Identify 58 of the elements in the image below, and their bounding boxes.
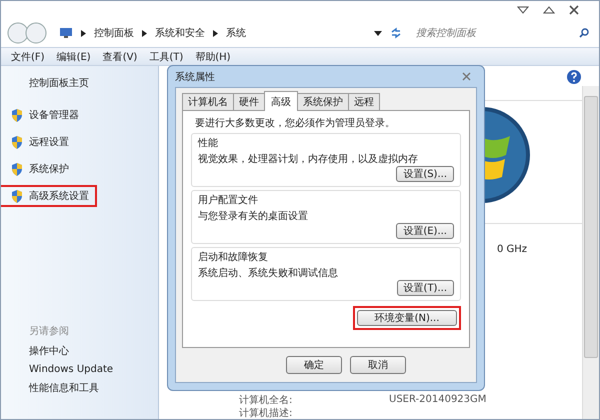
sidebar-link[interactable]: 性能信息和工具	[29, 381, 99, 395]
shield-icon	[11, 136, 23, 148]
close-icon[interactable]	[569, 5, 579, 15]
section-heading: 另请参阅	[29, 324, 70, 338]
menu-item[interactable]: 文件(F)	[11, 50, 45, 64]
breadcrumb-item[interactable]: 系统和安全	[155, 26, 205, 40]
tab[interactable]: 硬件	[233, 93, 265, 110]
tab[interactable]: 远程	[348, 93, 380, 110]
breadcrumb-item[interactable]: 控制面板	[94, 26, 134, 40]
sidebar-item[interactable]: 远程设置	[1, 131, 77, 153]
group-description: 系统启动、系统失败和调试信息	[198, 266, 339, 280]
maximize-icon[interactable]	[543, 6, 555, 14]
settings-button[interactable]: 设置(E)...	[396, 223, 454, 239]
dropdown-icon[interactable]	[374, 30, 382, 36]
processor-speed-text: 0 GHz	[496, 244, 527, 255]
sidebar-item[interactable]: 系统保护	[1, 158, 77, 180]
shield-icon	[11, 108, 23, 122]
dialog-button[interactable]: 确定	[286, 356, 342, 374]
settings-button[interactable]: 设置(S)...	[396, 166, 454, 182]
search-icon[interactable]	[579, 28, 589, 38]
sidebar-link[interactable]: 控制面板主页	[29, 76, 89, 90]
group-description: 视觉效果，处理器计划，内存使用，以及虚拟内存	[198, 152, 419, 166]
menu-item[interactable]: 编辑(E)	[56, 50, 91, 64]
chevron-icon	[81, 30, 86, 36]
sidebar-link[interactable]: Windows Update	[29, 364, 114, 375]
info-value: USER-20140923GM	[389, 394, 486, 405]
sidebar-item[interactable]: 高级系统设置	[1, 185, 97, 207]
tab[interactable]: 计算机名	[182, 93, 234, 110]
shield-icon	[11, 190, 23, 202]
info-label: 计算机全名:	[239, 394, 294, 406]
shield-icon	[11, 162, 23, 176]
info-label: 计算机描述:	[239, 406, 294, 419]
dialog-button[interactable]: 取消	[350, 356, 406, 374]
chevron-icon	[142, 30, 147, 36]
scroll-thumb[interactable]	[584, 96, 598, 358]
chevron-icon	[213, 30, 218, 36]
tab[interactable]: 高级	[264, 91, 298, 111]
sidebar-link[interactable]: 操作中心	[29, 344, 69, 358]
environment-variables-button[interactable]: 环境变量(N)...	[357, 310, 457, 326]
refresh-icon[interactable]	[390, 27, 402, 39]
sidebar-item[interactable]: 设备管理器	[1, 104, 87, 126]
dialog-title: 系统属性	[175, 70, 215, 84]
menu-item[interactable]: 查看(V)	[102, 50, 138, 64]
group-title: 用户配置文件	[198, 194, 259, 207]
breadcrumb-item[interactable]: 系统	[226, 26, 246, 40]
notice-text: 要进行大多数更改，您必须作为管理员登录。	[195, 116, 396, 130]
group-description: 与您登录有关的桌面设置	[198, 210, 309, 223]
tab[interactable]: 系统保护	[297, 93, 349, 110]
scrollbar[interactable]	[582, 86, 599, 419]
group-title: 性能	[198, 136, 219, 150]
menu-item[interactable]: 工具(T)	[149, 50, 184, 64]
group-title: 启动和故障恢复	[198, 250, 269, 264]
minimize-icon[interactable]	[517, 6, 529, 14]
search-field[interactable]: 搜索控制面板	[414, 26, 579, 40]
help-icon[interactable]	[567, 70, 581, 84]
computer-icon	[59, 27, 73, 39]
menu-item[interactable]: 帮助(H)	[195, 50, 231, 64]
settings-button[interactable]: 设置(T)...	[396, 280, 454, 296]
